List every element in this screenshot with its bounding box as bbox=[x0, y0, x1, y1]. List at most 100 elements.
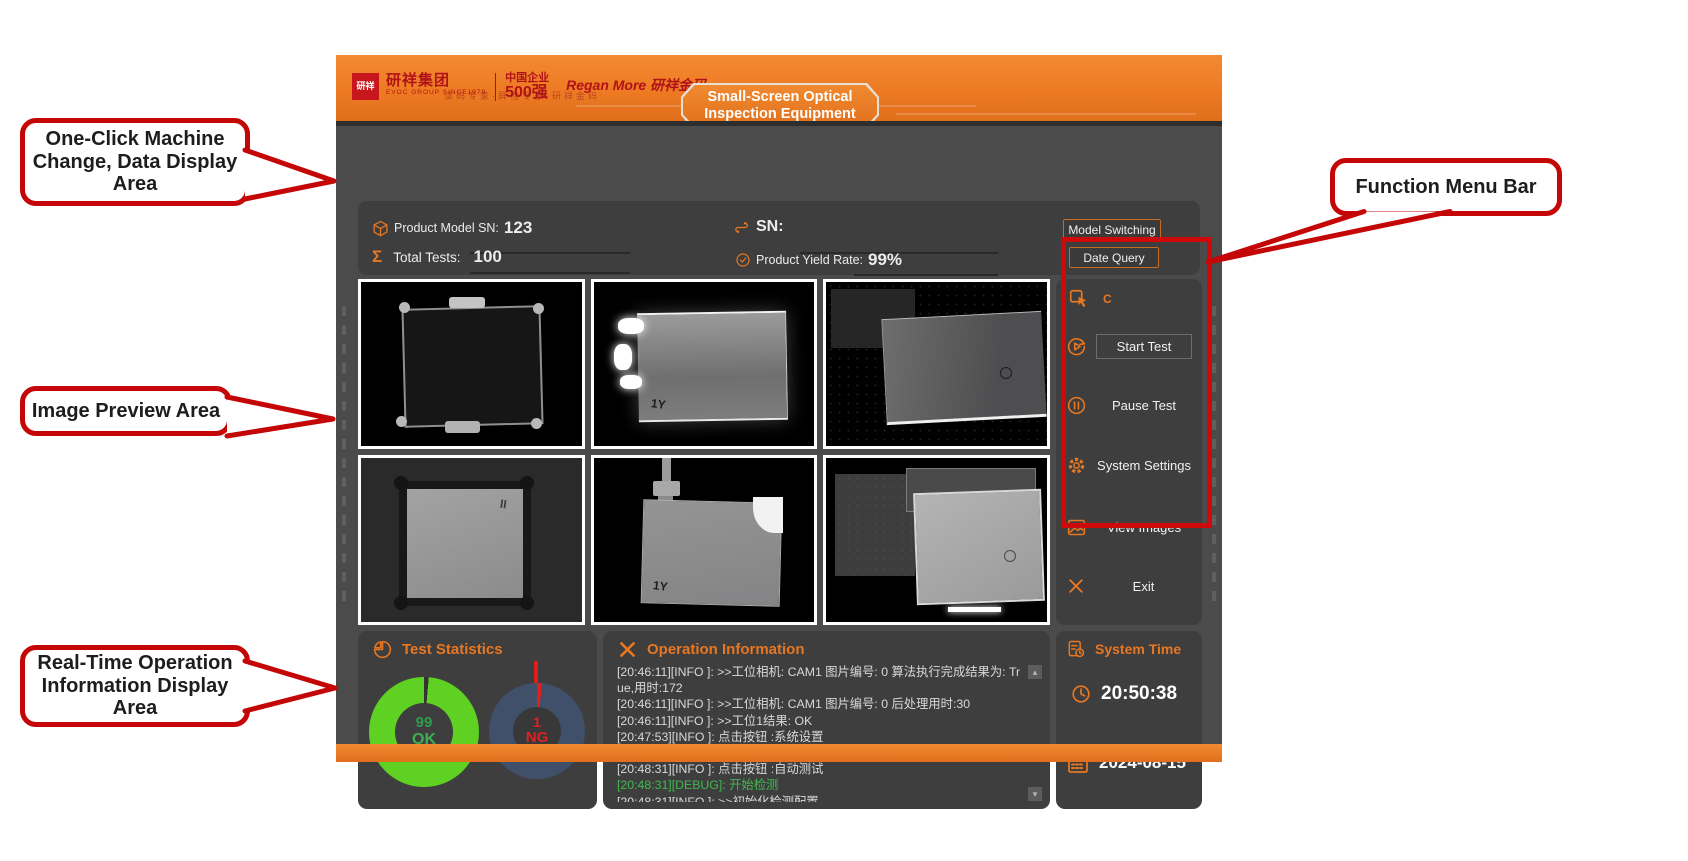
left-edge-decor bbox=[342, 306, 346, 606]
route-icon bbox=[732, 219, 751, 236]
logo-rank-1: 中国企业 bbox=[505, 73, 549, 84]
logo-brand-cn: 研祥集团 bbox=[386, 73, 486, 88]
tube bbox=[662, 458, 671, 483]
system-time-value: 20:50:38 bbox=[1101, 683, 1177, 705]
photo-mark: 1Y bbox=[652, 578, 668, 594]
system-time-title: System Time bbox=[1095, 641, 1181, 657]
product-model-value: 123 bbox=[504, 218, 532, 238]
product-model-label: Product Model SN: bbox=[394, 221, 499, 235]
test-statistics-header: Test Statistics bbox=[372, 639, 503, 660]
pointer-realtime-info bbox=[245, 661, 335, 711]
log-entry: [20:48:31][DEBUG]: 开始检测 bbox=[617, 777, 1021, 793]
corner-dot bbox=[531, 418, 542, 429]
right-edge-decor bbox=[1212, 306, 1216, 606]
operation-information-title: Operation Information bbox=[647, 641, 805, 658]
preview-cell-1[interactable] bbox=[358, 279, 585, 449]
pie-chart-icon bbox=[372, 639, 393, 660]
glass-panel bbox=[881, 311, 1046, 425]
preview-cell-2[interactable]: 1Y bbox=[591, 279, 818, 449]
sn-label: SN: bbox=[756, 218, 784, 236]
pointer-function-menu bbox=[1208, 212, 1450, 263]
doc-clock-icon bbox=[1066, 639, 1086, 659]
logo-mark-icon: 研祥 bbox=[352, 73, 379, 100]
bright-bar bbox=[948, 607, 1001, 612]
glare-blob bbox=[620, 375, 642, 389]
total-tests-label: Total Tests: bbox=[393, 250, 460, 265]
product-model-item: Product Model SN: 123 bbox=[372, 218, 532, 238]
noise-overlay bbox=[835, 474, 914, 576]
total-tests-item: Σ Total Tests: 100 bbox=[372, 247, 502, 267]
scroll-down-button[interactable]: ▾ bbox=[1028, 787, 1042, 801]
log-entry: [20:46:11][INFO ]: >>工位相机: CAM1 图片编号: 0 … bbox=[617, 696, 1021, 712]
image-preview-area: 1Y II bbox=[358, 279, 1050, 625]
sn-item: SN: bbox=[732, 218, 789, 236]
operation-information-header: Operation Information bbox=[617, 639, 805, 660]
preview-cell-4[interactable]: II bbox=[358, 455, 585, 625]
preview-cell-3[interactable] bbox=[823, 279, 1050, 449]
pointer-image-preview bbox=[227, 397, 333, 436]
ok-count: 99 bbox=[416, 715, 433, 732]
sigma-icon: Σ bbox=[372, 247, 382, 267]
pointer-data-area bbox=[245, 150, 334, 199]
function-menu-annotation-rect bbox=[1061, 237, 1212, 528]
specimen-frame bbox=[399, 481, 531, 606]
bottom-tab bbox=[445, 421, 480, 432]
glare-blob bbox=[618, 318, 644, 334]
log-entry: [20:48:31][INFO ]: >>初始化检测配置 bbox=[617, 794, 1021, 802]
operation-information-panel: Operation Information [20:46:11][INFO ]:… bbox=[603, 631, 1050, 809]
preview-cell-6[interactable] bbox=[823, 455, 1050, 625]
corner-knob bbox=[520, 476, 534, 490]
callout-data-area: One-Click Machine Change, Data Display A… bbox=[20, 118, 250, 206]
tube-connector bbox=[653, 481, 679, 496]
window-header: 研祥 研祥集团 EVOC GROUP SINCE1979 中国企业 500强 R… bbox=[336, 55, 1222, 121]
ok-donut: 99 OK bbox=[369, 677, 479, 787]
photo-mark: 1Y bbox=[650, 396, 666, 412]
total-tests-value: 100 bbox=[474, 247, 502, 267]
exit-icon bbox=[1066, 576, 1086, 596]
crossed-tools-icon bbox=[617, 639, 638, 660]
scroll-up-button[interactable]: ▴ bbox=[1028, 665, 1042, 679]
clock-row: 20:50:38 bbox=[1070, 683, 1177, 705]
clock-icon bbox=[1070, 683, 1092, 705]
window-footer bbox=[336, 744, 1222, 762]
circle-mark bbox=[1004, 550, 1016, 562]
underline bbox=[854, 274, 998, 276]
check-circle-icon bbox=[735, 252, 751, 268]
callout-image-preview: Image Preview Area bbox=[20, 386, 232, 436]
yield-item: Product Yield Rate: 99% bbox=[735, 250, 902, 270]
system-time-panel: System Time 20:50:38 2024-08-15 bbox=[1056, 631, 1202, 809]
corner-knob bbox=[520, 596, 534, 610]
app-title-line1: Small-Screen Optical bbox=[707, 89, 852, 106]
corner-dot bbox=[399, 302, 410, 313]
system-time-header: System Time bbox=[1066, 639, 1181, 659]
corner-dot bbox=[533, 303, 544, 314]
logo-tagline: 读码专家·屏检专家·研祥金码 bbox=[444, 89, 600, 102]
glass-panel bbox=[913, 489, 1044, 606]
header-decor-line bbox=[896, 113, 1196, 115]
log-entry: [20:46:11][INFO ]: >>工位1结果: OK bbox=[617, 713, 1021, 729]
textured-square bbox=[835, 474, 914, 576]
underline bbox=[470, 272, 630, 274]
corner-knob bbox=[394, 596, 408, 610]
screenshot-canvas: 研祥 研祥集团 EVOC GROUP SINCE1979 中国企业 500强 R… bbox=[0, 0, 1688, 861]
menu-item-label: Exit bbox=[1095, 579, 1192, 594]
yield-label: Product Yield Rate: bbox=[756, 253, 863, 267]
callout-function-menu: Function Menu Bar bbox=[1330, 158, 1562, 216]
callout-realtime-info: Real-Time Operation Information Display … bbox=[20, 645, 250, 727]
glare-blob bbox=[614, 344, 632, 370]
test-statistics-panel: Test Statistics 99 OK 1 NG bbox=[358, 631, 597, 809]
ng-count: 1 bbox=[533, 715, 541, 730]
log-entry: [20:48:31][INFO ]: 点击按钮 :自动测试 bbox=[617, 761, 1021, 777]
top-tab bbox=[449, 297, 484, 308]
ng-donut: 1 NG bbox=[489, 683, 585, 779]
package-icon bbox=[372, 220, 389, 237]
test-statistics-title: Test Statistics bbox=[402, 641, 503, 658]
log-entry: [20:47:53][INFO ]: 点击按钮 :系统设置 bbox=[617, 729, 1021, 745]
menu-item-exit[interactable]: Exit bbox=[1066, 576, 1192, 596]
specimen-frame bbox=[401, 305, 543, 427]
log-entry: [20:46:11][INFO ]: >>工位相机: CAM1 图片编号: 0 … bbox=[617, 664, 1021, 696]
yield-value: 99% bbox=[868, 250, 902, 270]
preview-cell-5[interactable]: 1Y bbox=[591, 455, 818, 625]
log-list[interactable]: [20:46:11][INFO ]: >>工位相机: CAM1 图片编号: 0 … bbox=[617, 664, 1021, 802]
circle-mark bbox=[1000, 367, 1012, 379]
